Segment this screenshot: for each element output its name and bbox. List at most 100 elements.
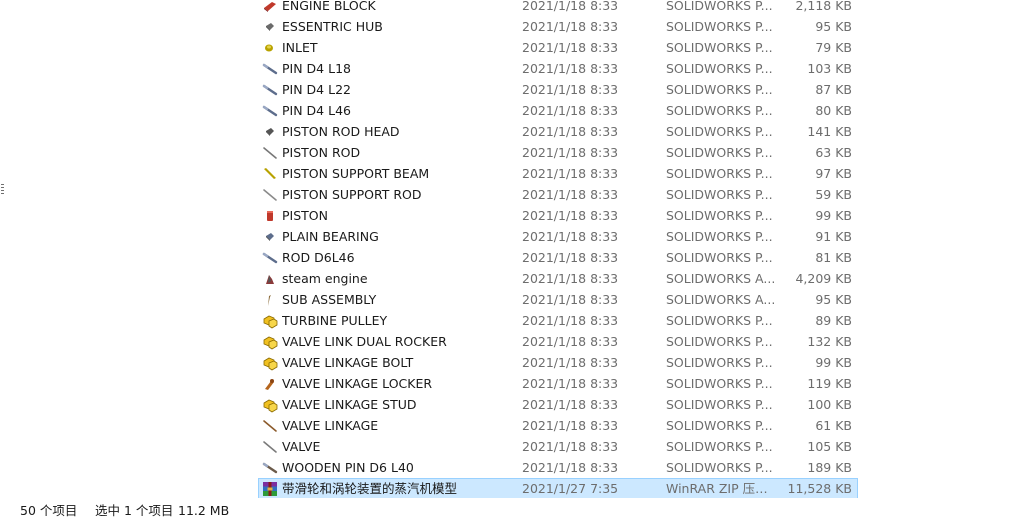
file-explorer-window: ENGINE BLOCK 2021/1/18 8:33 SOLIDWORKS P..… bbox=[0, 0, 1012, 524]
assembly-engine-icon bbox=[262, 271, 278, 287]
file-row[interactable]: steam engine 2021/1/18 8:33 SOLIDWORKS A..… bbox=[258, 268, 858, 289]
file-row[interactable]: PISTON 2021/1/18 8:33 SOLIDWORKS P... 99 KB bbox=[258, 205, 858, 226]
file-row[interactable]: INLET 2021/1/18 8:33 SOLIDWORKS P... 79 KB bbox=[258, 37, 858, 58]
file-name: PIN D4 L46 bbox=[282, 103, 351, 118]
file-name: PISTON ROD bbox=[282, 145, 361, 160]
file-type: SOLIDWORKS P... bbox=[666, 460, 773, 475]
part-rod-icon bbox=[262, 187, 278, 203]
file-row[interactable]: PISTON SUPPORT BEAM 2021/1/18 8:33 SOLIDWO… bbox=[258, 163, 858, 184]
file-row[interactable]: VALVE LINKAGE STUD 2021/1/18 8:33 SOLIDWOR… bbox=[258, 394, 858, 415]
file-name: VALVE LINKAGE LOCKER bbox=[282, 376, 433, 391]
file-row[interactable]: PISTON ROD HEAD 2021/1/18 8:33 SOLIDWORKS … bbox=[258, 121, 858, 142]
file-type: SOLIDWORKS P... bbox=[666, 124, 773, 139]
file-size: 95 KB bbox=[815, 19, 852, 34]
file-type: SOLIDWORKS P... bbox=[666, 355, 773, 370]
solidworks-part-icon bbox=[262, 334, 278, 350]
file-date-modified: 2021/1/18 8:33 bbox=[522, 418, 619, 433]
part-bearing-icon bbox=[262, 229, 278, 245]
status-bar: 50 个项目 选中 1 个项目 11.2 MB bbox=[0, 498, 1012, 524]
navigation-pane[interactable] bbox=[0, 0, 242, 498]
assembly-sub-icon bbox=[262, 292, 278, 308]
file-date-modified: 2021/1/18 8:33 bbox=[522, 355, 619, 370]
part-rod-icon bbox=[262, 418, 278, 434]
file-date-modified: 2021/1/18 8:33 bbox=[522, 61, 619, 76]
file-type: SOLIDWORKS P... bbox=[666, 145, 773, 160]
file-type: SOLIDWORKS P... bbox=[666, 229, 773, 244]
file-type: SOLIDWORKS P... bbox=[666, 439, 773, 454]
file-name: PIN D4 L22 bbox=[282, 82, 351, 97]
file-size: 11,528 KB bbox=[787, 481, 852, 496]
part-rod-icon bbox=[262, 439, 278, 455]
file-row-selected[interactable]: 带滑轮和涡轮装置的蒸汽机模型 2021/1/27 7:35 WinRAR ZIP 压… bbox=[258, 478, 858, 499]
file-date-modified: 2021/1/18 8:33 bbox=[522, 313, 619, 328]
status-selected-size: 11.2 MB bbox=[178, 503, 230, 518]
part-pin-icon bbox=[262, 103, 278, 119]
file-row[interactable]: SUB ASSEMBLY 2021/1/18 8:33 SOLIDWORKS A..… bbox=[258, 289, 858, 310]
file-type: SOLIDWORKS P... bbox=[666, 19, 773, 34]
file-row[interactable]: VALVE LINK DUAL ROCKER 2021/1/18 8:33 SOLI… bbox=[258, 331, 858, 352]
file-date-modified: 2021/1/18 8:33 bbox=[522, 19, 619, 34]
file-row[interactable]: TURBINE PULLEY 2021/1/18 8:33 SOLIDWORKS P… bbox=[258, 310, 858, 331]
file-date-modified: 2021/1/18 8:33 bbox=[522, 334, 619, 349]
file-date-modified: 2021/1/18 8:33 bbox=[522, 166, 619, 181]
file-row[interactable]: PIN D4 L22 2021/1/18 8:33 SOLIDWORKS P... 8… bbox=[258, 79, 858, 100]
file-row[interactable]: ROD D6L46 2021/1/18 8:33 SOLIDWORKS P... 81… bbox=[258, 247, 858, 268]
file-row[interactable]: VALVE LINKAGE LOCKER 2021/1/18 8:33 SOLIDW… bbox=[258, 373, 858, 394]
file-row[interactable]: VALVE 2021/1/18 8:33 SOLIDWORKS P... 105 KB bbox=[258, 436, 858, 457]
file-size: 81 KB bbox=[815, 250, 852, 265]
file-type: WinRAR ZIP 压缩... bbox=[666, 481, 778, 496]
file-date-modified: 2021/1/18 8:33 bbox=[522, 0, 619, 13]
file-size: 80 KB bbox=[815, 103, 852, 118]
file-date-modified: 2021/1/27 7:35 bbox=[522, 481, 619, 496]
part-rod-head-icon bbox=[262, 124, 278, 140]
file-type: SOLIDWORKS P... bbox=[666, 313, 773, 328]
file-type: SOLIDWORKS P... bbox=[666, 40, 773, 55]
file-row[interactable]: WOODEN PIN D6 L40 2021/1/18 8:33 SOLIDWORK… bbox=[258, 457, 858, 478]
part-inlet-icon bbox=[262, 40, 278, 56]
file-row[interactable]: PLAIN BEARING 2021/1/18 8:33 SOLIDWORKS P.… bbox=[258, 226, 858, 247]
file-size: 132 KB bbox=[807, 334, 852, 349]
file-size: 59 KB bbox=[815, 187, 852, 202]
file-row[interactable]: PIN D4 L46 2021/1/18 8:33 SOLIDWORKS P... 8… bbox=[258, 100, 858, 121]
file-size: 4,209 KB bbox=[795, 271, 852, 286]
file-row[interactable]: ESSENTRIC HUB 2021/1/18 8:33 SOLIDWORKS P.… bbox=[258, 16, 858, 37]
part-hub-icon bbox=[262, 19, 278, 35]
file-list[interactable]: ENGINE BLOCK 2021/1/18 8:33 SOLIDWORKS P..… bbox=[258, 0, 858, 499]
file-type: SOLIDWORKS P... bbox=[666, 82, 773, 97]
file-size: 95 KB bbox=[815, 292, 852, 307]
file-size: 87 KB bbox=[815, 82, 852, 97]
part-pin-icon bbox=[262, 61, 278, 77]
part-beam-icon bbox=[262, 166, 278, 182]
file-type: SOLIDWORKS P... bbox=[666, 0, 773, 13]
file-size: 189 KB bbox=[807, 460, 852, 475]
pane-resize-grip[interactable] bbox=[1, 184, 4, 194]
file-row[interactable]: PISTON SUPPORT ROD 2021/1/18 8:33 SOLIDWOR… bbox=[258, 184, 858, 205]
part-pin-icon bbox=[262, 460, 278, 476]
file-size: 105 KB bbox=[807, 439, 852, 454]
file-size: 97 KB bbox=[815, 166, 852, 181]
file-row[interactable]: VALVE LINKAGE BOLT 2021/1/18 8:33 SOLIDWOR… bbox=[258, 352, 858, 373]
file-row[interactable]: PISTON ROD 2021/1/18 8:33 SOLIDWORKS P... 6… bbox=[258, 142, 858, 163]
file-date-modified: 2021/1/18 8:33 bbox=[522, 229, 619, 244]
file-row[interactable]: PIN D4 L18 2021/1/18 8:33 SOLIDWORKS P... 1… bbox=[258, 58, 858, 79]
file-name: VALVE LINKAGE STUD bbox=[282, 397, 417, 412]
file-name: PISTON bbox=[282, 208, 328, 223]
file-date-modified: 2021/1/18 8:33 bbox=[522, 145, 619, 160]
file-date-modified: 2021/1/18 8:33 bbox=[522, 292, 619, 307]
file-name: PISTON SUPPORT BEAM bbox=[282, 166, 430, 181]
file-date-modified: 2021/1/18 8:33 bbox=[522, 271, 619, 286]
file-type: SOLIDWORKS P... bbox=[666, 61, 773, 76]
file-size: 79 KB bbox=[815, 40, 852, 55]
file-row[interactable]: VALVE LINKAGE 2021/1/18 8:33 SOLIDWORKS P.… bbox=[258, 415, 858, 436]
file-name: WOODEN PIN D6 L40 bbox=[282, 460, 414, 475]
file-name: SUB ASSEMBLY bbox=[282, 292, 377, 307]
file-name: 带滑轮和涡轮装置的蒸汽机模型 bbox=[282, 481, 458, 496]
file-name: VALVE bbox=[282, 439, 321, 454]
file-name: ENGINE BLOCK bbox=[282, 0, 376, 13]
status-item-count: 50 个项目 bbox=[20, 503, 78, 518]
winrar-archive-icon bbox=[262, 481, 278, 497]
file-date-modified: 2021/1/18 8:33 bbox=[522, 40, 619, 55]
file-row[interactable]: ENGINE BLOCK 2021/1/18 8:33 SOLIDWORKS P..… bbox=[258, 0, 858, 16]
file-type: SOLIDWORKS P... bbox=[666, 166, 773, 181]
file-size: 99 KB bbox=[815, 355, 852, 370]
